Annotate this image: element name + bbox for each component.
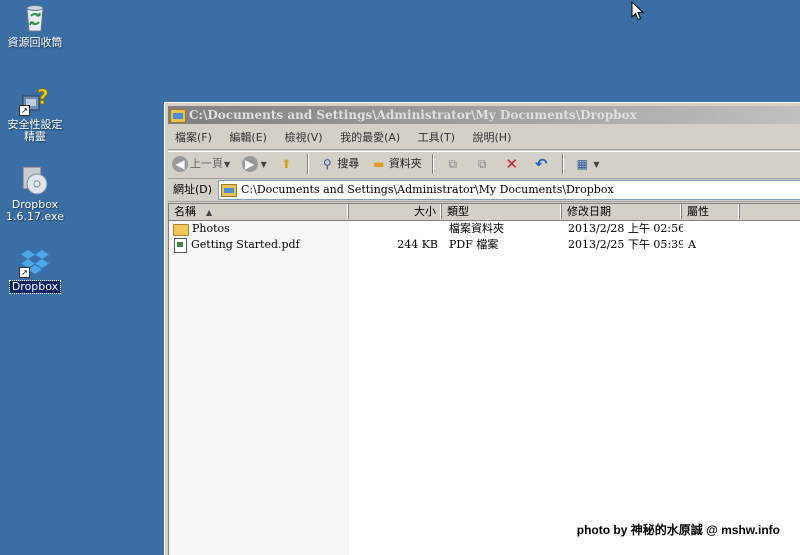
- file-row-getting-started[interactable]: Getting Started.pdf 244 KB PDF 檔案 2013/2…: [169, 237, 800, 253]
- shortcut-arrow-icon: ↗: [19, 105, 30, 116]
- menu-favorites[interactable]: 我的最愛(A): [333, 127, 407, 149]
- column-modified-label: 修改日期: [567, 205, 611, 218]
- toolbar-separator: [561, 154, 564, 174]
- file-name-cell: Photos: [169, 221, 349, 237]
- security-wizard-icon: ? ↗: [19, 84, 51, 116]
- pdf-file-icon: [174, 238, 187, 253]
- back-button[interactable]: ◀ 上一頁▼: [168, 152, 234, 176]
- file-name: Photos: [192, 222, 230, 235]
- security-wizard-label-line2: 精靈: [24, 130, 46, 143]
- file-row-photos[interactable]: Photos 檔案資料夾 2013/2/28 上午 02:56: [169, 221, 800, 237]
- delete-button[interactable]: ✕: [500, 152, 526, 176]
- photo-credit-watermark: photo by 神秘的水原誠 @ mshw.info: [576, 523, 780, 537]
- forward-button[interactable]: ▶ ▼: [238, 152, 271, 176]
- folders-button[interactable]: ▬ 資料夾: [367, 152, 426, 176]
- installer-label-line2: 1.6.17.exe: [6, 210, 64, 223]
- sorted-column-highlight: [169, 221, 349, 555]
- desktop-icon-dropbox-installer[interactable]: Dropbox 1.6.17.exe: [0, 164, 70, 223]
- file-attributes: A: [688, 238, 696, 251]
- installer-cd-icon: [19, 164, 51, 196]
- file-size: [349, 221, 438, 237]
- folders-icon: ▬: [373, 157, 385, 171]
- column-header-row: 名稱 ▲ 大小 類型 修改日期 屬性: [169, 204, 800, 221]
- file-type: 檔案資料夾: [449, 222, 504, 235]
- folder-address-icon: [221, 184, 237, 197]
- file-type: PDF 檔案: [449, 238, 499, 251]
- file-modified: 2013/2/28 上午 02:56: [568, 222, 683, 235]
- shortcut-arrow-icon: ↗: [19, 267, 30, 278]
- file-size: 244 KB: [397, 238, 438, 251]
- column-name-label: 名稱: [174, 205, 196, 218]
- delete-icon: ✕: [505, 155, 519, 173]
- dropbox-label: Dropbox: [8, 280, 62, 294]
- undo-icon: ↶: [535, 155, 548, 173]
- menu-view[interactable]: 檢視(V): [277, 127, 329, 149]
- recycle-bin-icon: [19, 2, 51, 34]
- file-name: Getting Started.pdf: [191, 238, 300, 251]
- folder-window-icon: [170, 109, 186, 123]
- back-dropdown-icon: ▼: [224, 160, 231, 169]
- desktop-icon-dropbox[interactable]: ↗ Dropbox: [0, 246, 70, 294]
- folder-icon: [173, 224, 189, 236]
- svg-text:?: ?: [37, 85, 49, 109]
- address-label: 網址(D): [173, 183, 213, 196]
- sort-ascending-icon: ▲: [206, 208, 213, 217]
- search-icon: ⚲: [322, 157, 332, 171]
- address-value: C:\Documents and Settings\Administrator\…: [241, 183, 614, 196]
- menu-file[interactable]: 檔案(F): [168, 127, 219, 149]
- address-bar: 網址(D) C:\Documents and Settings\Administ…: [168, 179, 800, 202]
- window-titlebar[interactable]: C:\Documents and Settings\Administrator\…: [168, 106, 800, 124]
- menu-bar: 檔案(F) 編輯(E) 檢視(V) 我的最愛(A) 工具(T) 說明(H): [168, 127, 800, 150]
- forward-arrow-icon: ▶: [241, 156, 258, 172]
- undo-button[interactable]: ↶: [529, 152, 555, 176]
- desktop-icon-recycle-bin[interactable]: 資源回收筒: [0, 2, 70, 49]
- menu-tools[interactable]: 工具(T): [411, 127, 462, 149]
- file-modified: 2013/2/25 下午 05:39: [568, 238, 683, 251]
- file-list[interactable]: 名稱 ▲ 大小 類型 修改日期 屬性 Photos 檔案資料夾 2013/2/28…: [168, 203, 800, 555]
- menu-edit[interactable]: 編輯(E): [222, 127, 274, 149]
- column-header-attributes[interactable]: 屬性: [682, 204, 740, 219]
- column-attributes-label: 屬性: [687, 205, 709, 218]
- desktop-icon-security-wizard[interactable]: ? ↗ 安全性設定 精靈: [0, 84, 70, 143]
- up-folder-icon: ⬆: [281, 157, 292, 171]
- up-folder-button[interactable]: ⬆: [274, 152, 300, 176]
- copy-to-button[interactable]: ⧉: [470, 152, 496, 176]
- toolbar-separator: [432, 154, 435, 174]
- mouse-cursor-icon: [631, 1, 645, 21]
- folders-label: 資料夾: [388, 157, 422, 170]
- window-title: C:\Documents and Settings\Administrator\…: [189, 108, 637, 122]
- views-button[interactable]: ▦ ▼: [570, 152, 603, 176]
- standard-toolbar: ◀ 上一頁▼ ▶ ▼ ⬆ ⚲ 搜尋 ▬ 資料夾 ⧉ ⧉ ✕ ↶ ▦ ▼: [168, 151, 800, 179]
- column-header-modified[interactable]: 修改日期: [562, 204, 682, 219]
- file-attributes: [688, 221, 738, 237]
- toolbar-separator: [306, 154, 309, 174]
- back-arrow-icon: ◀: [172, 156, 188, 172]
- move-to-button[interactable]: ⧉: [441, 152, 467, 176]
- column-size-label: 大小: [414, 205, 436, 218]
- views-dropdown-icon: ▼: [593, 160, 600, 169]
- forward-dropdown-icon: ▼: [260, 160, 267, 169]
- back-label: 上一頁: [190, 157, 223, 170]
- column-header-size[interactable]: 大小: [349, 204, 442, 219]
- recycle-bin-label: 資源回收筒: [7, 36, 63, 49]
- move-to-icon: ⧉: [448, 157, 458, 171]
- column-header-type[interactable]: 類型: [442, 204, 562, 219]
- file-name-cell: Getting Started.pdf: [169, 237, 349, 253]
- column-header-name[interactable]: 名稱 ▲: [169, 204, 349, 219]
- column-type-label: 類型: [447, 205, 469, 218]
- address-input[interactable]: C:\Documents and Settings\Administrator\…: [218, 180, 800, 200]
- search-label: 搜尋: [337, 157, 360, 170]
- dropbox-icon: ↗: [19, 246, 51, 278]
- menu-help[interactable]: 說明(H): [466, 127, 519, 149]
- copy-to-icon: ⧉: [478, 157, 487, 171]
- explorer-window[interactable]: C:\Documents and Settings\Administrator\…: [164, 102, 800, 555]
- views-icon: ▦: [576, 157, 588, 171]
- search-button[interactable]: ⚲ 搜尋: [315, 152, 363, 176]
